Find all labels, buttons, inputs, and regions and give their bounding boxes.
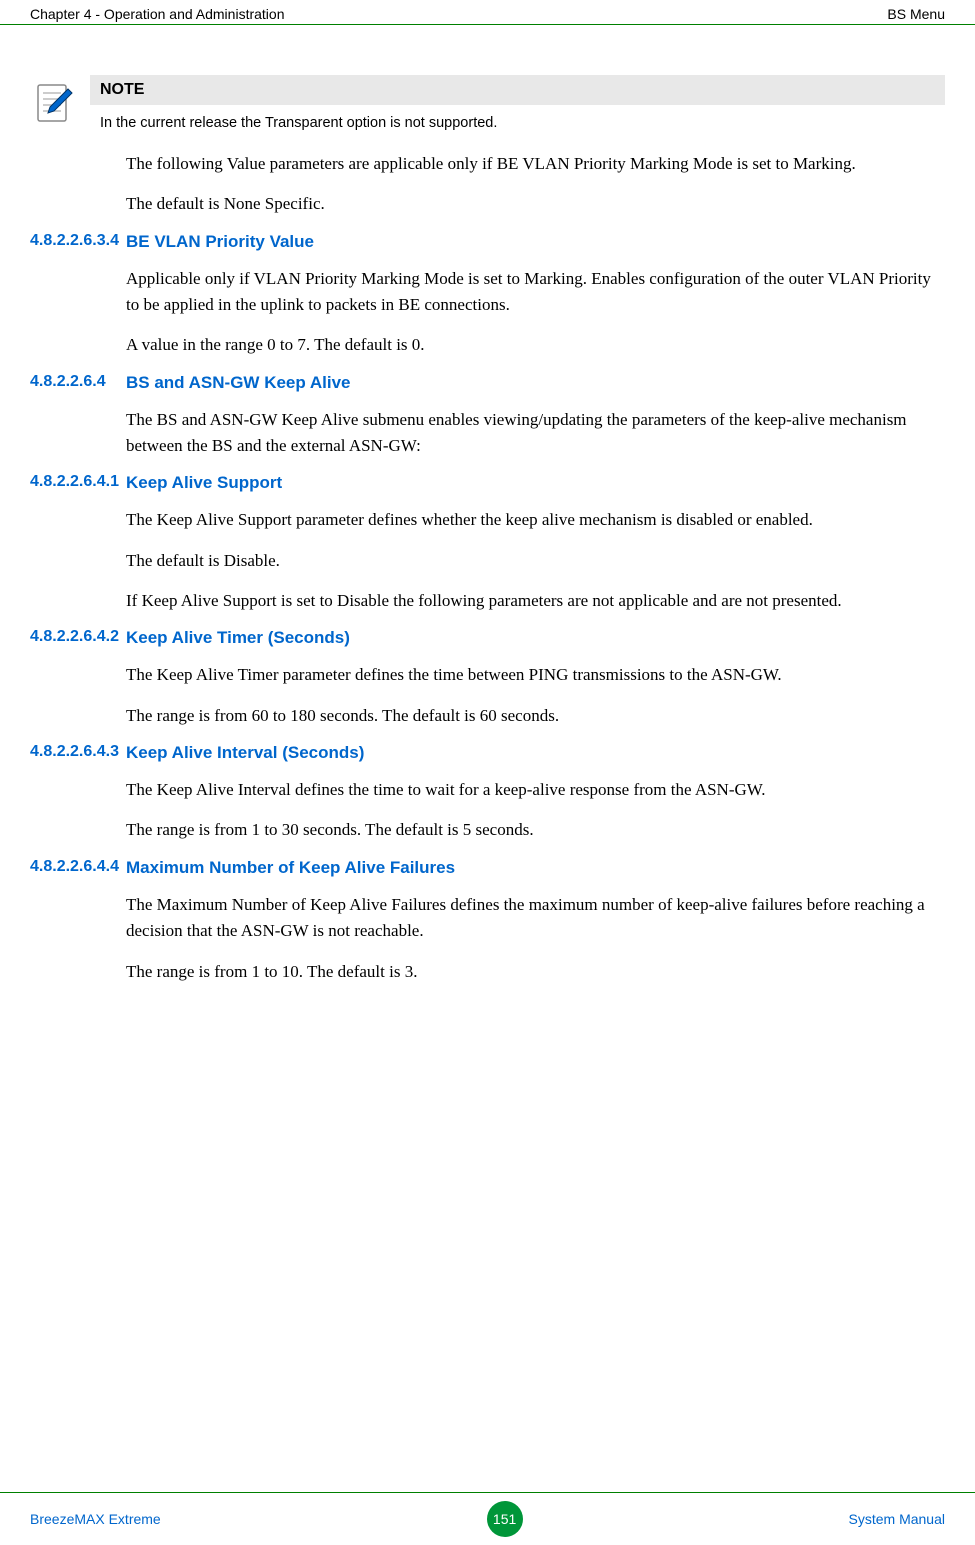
section-title: Keep Alive Support <box>126 473 282 493</box>
section-title: Maximum Number of Keep Alive Failures <box>126 858 455 878</box>
intro-paragraph: The following Value parameters are appli… <box>126 151 945 177</box>
section-paragraph: The Keep Alive Support parameter defines… <box>126 507 945 533</box>
section-number: 4.8.2.2.6.4.4 <box>30 858 126 876</box>
page-content: NOTE In the current release the Transpar… <box>0 25 975 985</box>
section-header: 4.8.2.2.6.4.4 Maximum Number of Keep Ali… <box>30 858 945 878</box>
page-header: Chapter 4 - Operation and Administration… <box>0 0 975 25</box>
footer-left: BreezeMAX Extreme <box>30 1511 161 1527</box>
section-paragraph: The range is from 1 to 30 seconds. The d… <box>126 817 945 843</box>
note-content: NOTE In the current release the Transpar… <box>90 75 945 131</box>
section-title: BS and ASN-GW Keep Alive <box>126 373 351 393</box>
footer-right: System Manual <box>849 1511 945 1527</box>
section-paragraph: The BS and ASN-GW Keep Alive submenu ena… <box>126 407 945 460</box>
page-number-badge: 151 <box>487 1501 523 1537</box>
section-title: Keep Alive Interval (Seconds) <box>126 743 364 763</box>
intro-paragraph: The default is None Specific. <box>126 191 945 217</box>
page-footer: BreezeMAX Extreme 151 System Manual <box>0 1492 975 1545</box>
header-right: BS Menu <box>887 6 945 22</box>
section-header: 4.8.2.2.6.4.2 Keep Alive Timer (Seconds) <box>30 628 945 648</box>
section-paragraph: The default is Disable. <box>126 548 945 574</box>
section-header: 4.8.2.2.6.3.4 BE VLAN Priority Value <box>30 232 945 252</box>
section-header: 4.8.2.2.6.4.1 Keep Alive Support <box>30 473 945 493</box>
section-title: BE VLAN Priority Value <box>126 232 314 252</box>
header-left: Chapter 4 - Operation and Administration <box>30 6 284 22</box>
section-number: 4.8.2.2.6.3.4 <box>30 232 126 250</box>
note-block: NOTE In the current release the Transpar… <box>30 75 945 131</box>
section-paragraph: The range is from 1 to 10. The default i… <box>126 959 945 985</box>
section-number: 4.8.2.2.6.4.3 <box>30 743 126 761</box>
section-paragraph: The Keep Alive Interval defines the time… <box>126 777 945 803</box>
section-number: 4.8.2.2.6.4.1 <box>30 473 126 491</box>
section-paragraph: If Keep Alive Support is set to Disable … <box>126 588 945 614</box>
section-header: 4.8.2.2.6.4 BS and ASN-GW Keep Alive <box>30 373 945 393</box>
section-number: 4.8.2.2.6.4 <box>30 373 126 391</box>
section-paragraph: Applicable only if VLAN Priority Marking… <box>126 266 945 319</box>
note-title: NOTE <box>90 75 945 105</box>
section-paragraph: The range is from 60 to 180 seconds. The… <box>126 703 945 729</box>
section-paragraph: A value in the range 0 to 7. The default… <box>126 332 945 358</box>
note-icon <box>30 79 78 127</box>
note-text: In the current release the Transparent o… <box>90 105 945 131</box>
section-header: 4.8.2.2.6.4.3 Keep Alive Interval (Secon… <box>30 743 945 763</box>
section-paragraph: The Maximum Number of Keep Alive Failure… <box>126 892 945 945</box>
section-title: Keep Alive Timer (Seconds) <box>126 628 350 648</box>
section-number: 4.8.2.2.6.4.2 <box>30 628 126 646</box>
section-paragraph: The Keep Alive Timer parameter defines t… <box>126 662 945 688</box>
